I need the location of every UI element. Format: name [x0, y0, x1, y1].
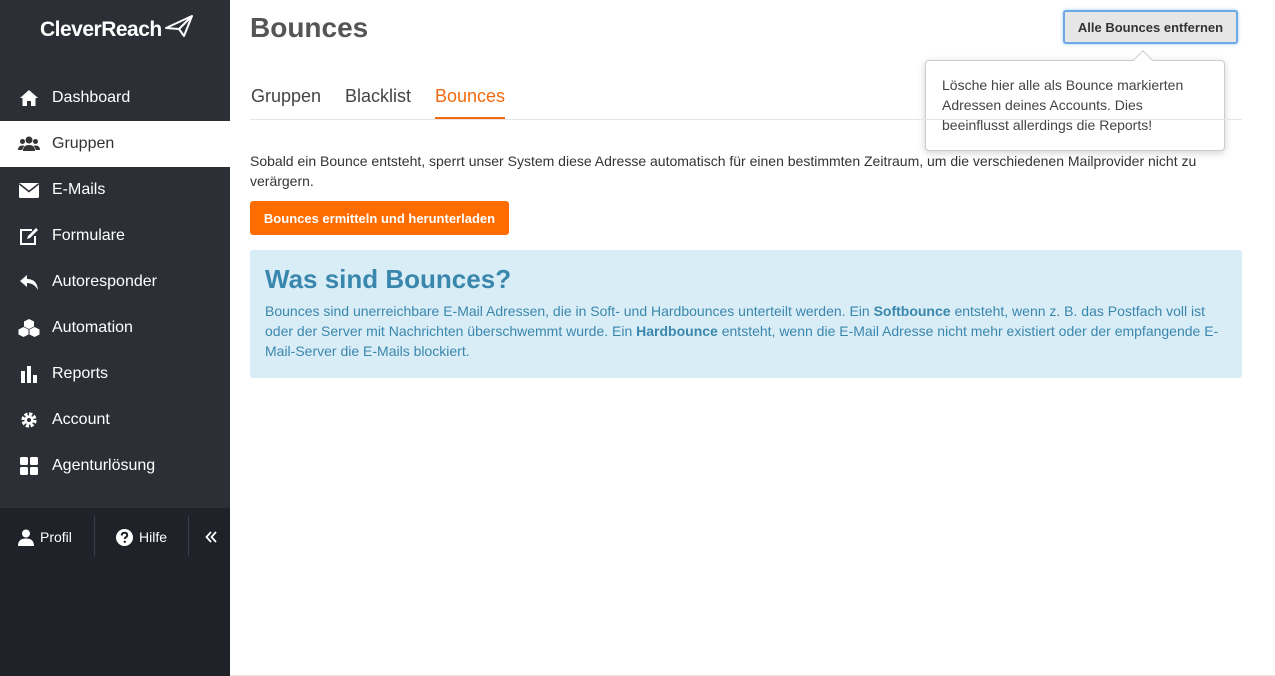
sidebar-item-agenturloesung[interactable]: Agenturlösung: [0, 443, 230, 489]
sidebar-item-label: Account: [52, 411, 110, 428]
logo-text: CleverReach: [40, 18, 162, 41]
profil-label: Profil: [40, 529, 72, 545]
hardbounce-term: Hardbounce: [636, 323, 718, 339]
tab-bar: Gruppen Blacklist Bounces: [250, 78, 1242, 120]
sidebar-footer: Profil Hilfe: [0, 508, 230, 566]
tooltip-arrow: [1133, 50, 1153, 70]
sidebar-nav: Dashboard Gruppen E-Mails Formulare Auto…: [0, 75, 230, 489]
sidebar-item-reports[interactable]: Reports: [0, 351, 230, 397]
cubes-icon: [18, 317, 40, 339]
tab-blacklist[interactable]: Blacklist: [345, 86, 411, 117]
tab-bounces[interactable]: Bounces: [435, 86, 506, 119]
users-icon: [18, 133, 40, 155]
question-circle-icon: [116, 528, 133, 546]
divider: [94, 516, 95, 556]
collapse-sidebar-button[interactable]: [200, 517, 222, 557]
logo[interactable]: CleverReach: [40, 10, 194, 50]
edit-icon: [18, 225, 40, 247]
profil-button[interactable]: Profil: [18, 517, 72, 557]
reply-icon: [18, 271, 40, 293]
remove-all-bounces-button[interactable]: Alle Bounces entfernen: [1063, 10, 1238, 44]
hilfe-label: Hilfe: [139, 529, 168, 545]
gear-icon: [18, 409, 40, 431]
hilfe-button[interactable]: Hilfe: [116, 517, 167, 557]
home-icon: [18, 87, 40, 109]
info-box: Was sind Bounces? Bounces sind unerreich…: [250, 250, 1242, 378]
user-icon: [18, 529, 34, 546]
info-title: Was sind Bounces?: [265, 264, 512, 294]
bar-chart-icon: [18, 363, 40, 385]
sidebar-item-label: Reports: [52, 365, 109, 382]
double-chevron-left-icon: [205, 531, 217, 543]
sidebar-item-formulare[interactable]: Formulare: [0, 213, 230, 259]
sidebar-item-label: Formulare: [52, 227, 125, 244]
divider: [188, 516, 189, 556]
download-bounces-button[interactable]: Bounces ermitteln und herunterladen: [250, 201, 509, 235]
softbounce-term: Softbounce: [873, 303, 951, 319]
grid-icon: [18, 455, 40, 477]
info-text: Bounces sind unerreichbare E-Mail Adress…: [265, 301, 1227, 361]
sidebar-item-automation[interactable]: Automation: [0, 305, 230, 351]
sidebar-item-autoresponder[interactable]: Autoresponder: [0, 259, 230, 305]
sidebar: CleverReach Dashboard Gruppen E-Mails Fo…: [0, 0, 230, 676]
sidebar-item-label: Autoresponder: [52, 273, 157, 290]
intro-text: Sobald ein Bounce entsteht, sperrt unser…: [250, 153, 1197, 189]
sidebar-item-gruppen[interactable]: Gruppen: [0, 121, 230, 167]
sidebar-item-label: E-Mails: [52, 181, 106, 198]
sidebar-item-account[interactable]: Account: [0, 397, 230, 443]
sidebar-item-label: Dashboard: [52, 89, 131, 106]
sidebar-item-emails[interactable]: E-Mails: [0, 167, 230, 213]
paper-plane-icon: [164, 15, 193, 37]
sidebar-item-label: Gruppen: [52, 135, 115, 152]
sidebar-item-label: Automation: [52, 319, 133, 336]
info-text-part: Bounces sind unerreichbare E-Mail Adress…: [265, 303, 874, 319]
tab-gruppen[interactable]: Gruppen: [251, 86, 321, 117]
sidebar-item-label: Agenturlösung: [52, 457, 156, 474]
envelope-icon: [18, 179, 40, 201]
sidebar-item-dashboard[interactable]: Dashboard: [0, 75, 230, 121]
page-title: Bounces: [250, 12, 369, 43]
